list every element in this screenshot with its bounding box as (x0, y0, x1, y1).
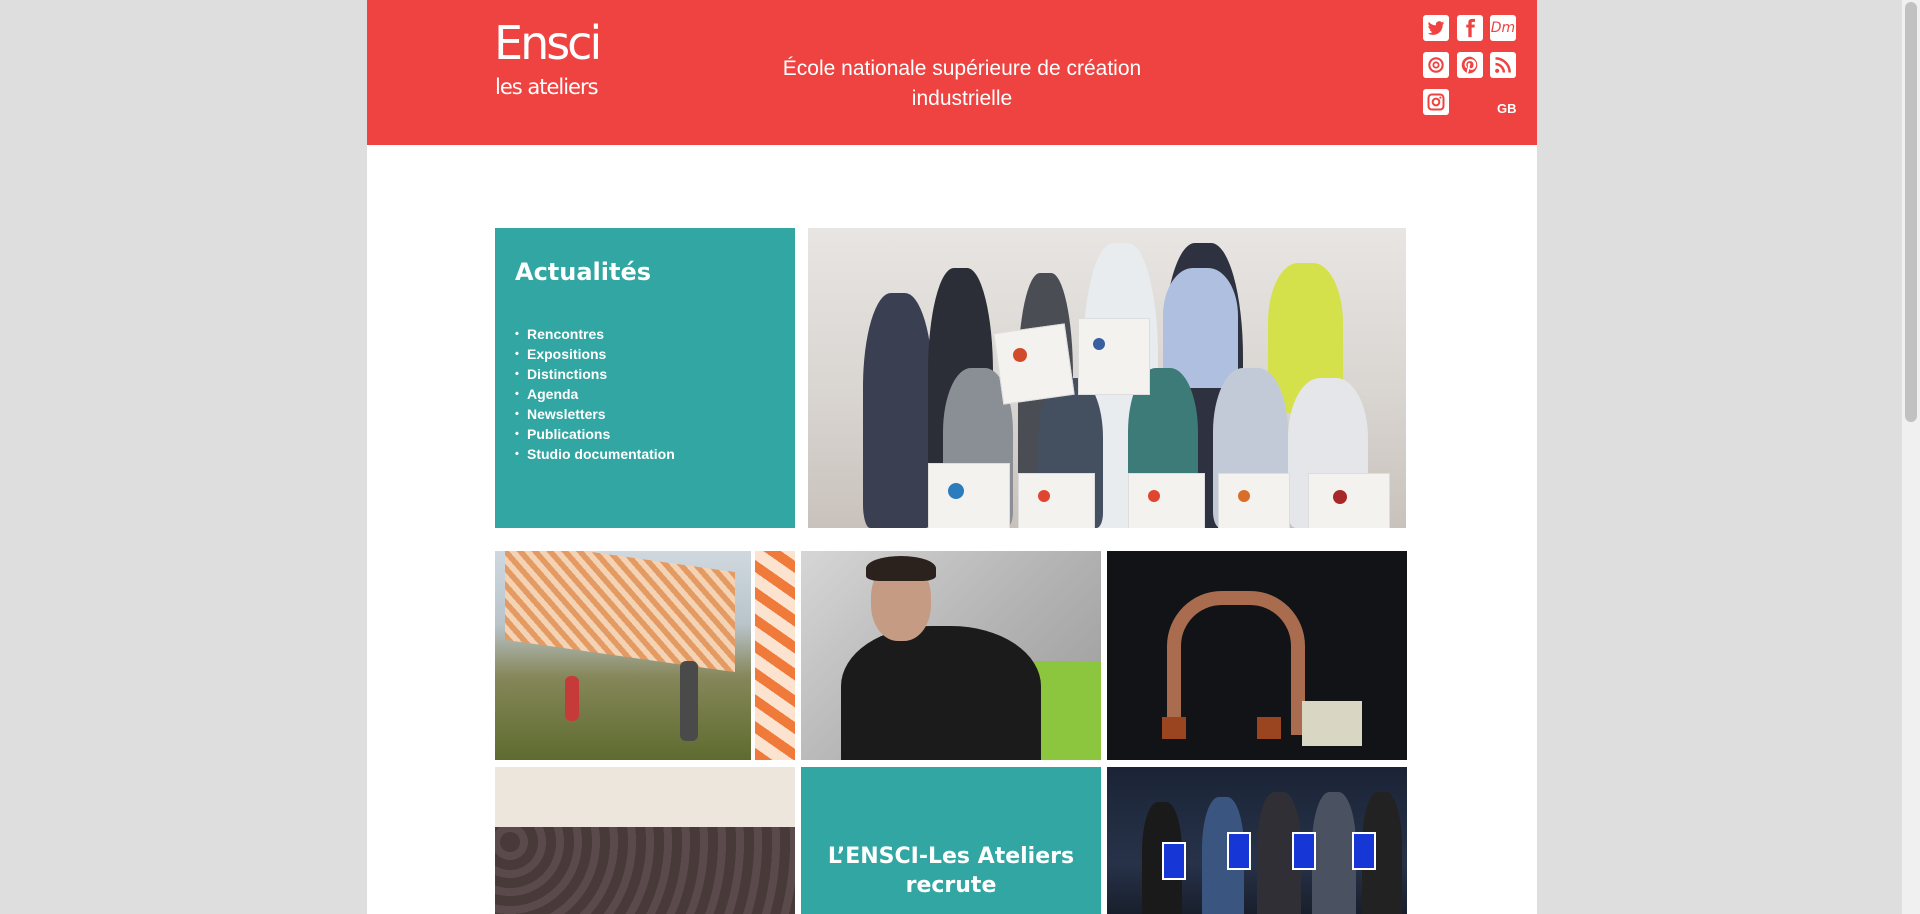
twitter-icon[interactable] (1423, 15, 1449, 41)
page-container: Ensci les ateliers École nationale supér… (367, 0, 1537, 914)
news-item-studio-documentation[interactable]: Studio documentation (515, 444, 675, 464)
recruitment-line-1: L’ENSCI-Les Ateliers (827, 844, 1075, 869)
news-title: Actualités (515, 258, 652, 286)
portrait-photo[interactable] (801, 551, 1101, 760)
news-item-distinctions[interactable]: Distinctions (515, 364, 675, 384)
news-item-rencontres[interactable]: Rencontres (515, 324, 675, 344)
awards-photo[interactable] (1107, 767, 1407, 914)
news-panel: Actualités Rencontres Expositions Distin… (495, 228, 795, 528)
news-menu: Rencontres Expositions Distinctions Agen… (515, 324, 675, 464)
instagram-icon[interactable] (1423, 89, 1449, 115)
lecture-hall-photo[interactable] (495, 767, 795, 914)
site-tagline: École nationale supérieure de création i… (782, 57, 1142, 110)
logo-wordmark: Ensci (494, 16, 602, 70)
news-item-expositions[interactable]: Expositions (515, 344, 675, 364)
recruitment-tile[interactable]: L’ENSCI-Les Ateliers recrute (801, 767, 1101, 914)
news-item-newsletters[interactable]: Newsletters (515, 404, 675, 424)
facebook-icon[interactable] (1457, 15, 1483, 41)
site-header: Ensci les ateliers École nationale supér… (367, 0, 1537, 145)
pavilion-photo[interactable] (495, 551, 795, 760)
rss-icon[interactable] (1490, 52, 1516, 78)
ensci-logo[interactable]: Ensci les ateliers (494, 14, 609, 106)
news-item-agenda[interactable]: Agenda (515, 384, 675, 404)
arch-sculpture-photo[interactable] (1107, 551, 1407, 760)
pinterest-icon[interactable] (1457, 52, 1483, 78)
recruitment-line-2: recrute (905, 873, 997, 898)
language-switch[interactable]: GB (1497, 101, 1517, 116)
scrollbar-thumb[interactable] (1905, 2, 1917, 422)
news-item-publications[interactable]: Publications (515, 424, 675, 444)
dm-icon[interactable]: Dm (1490, 15, 1516, 41)
scrollbar[interactable] (1902, 0, 1920, 914)
issuu-icon[interactable] (1423, 52, 1449, 78)
dm-label: Dm (1490, 20, 1516, 36)
hero-group-photo[interactable] (808, 228, 1406, 528)
recruitment-title: L’ENSCI-Les Ateliers recrute (801, 842, 1101, 900)
logo-subtitle: les ateliers (495, 75, 599, 99)
